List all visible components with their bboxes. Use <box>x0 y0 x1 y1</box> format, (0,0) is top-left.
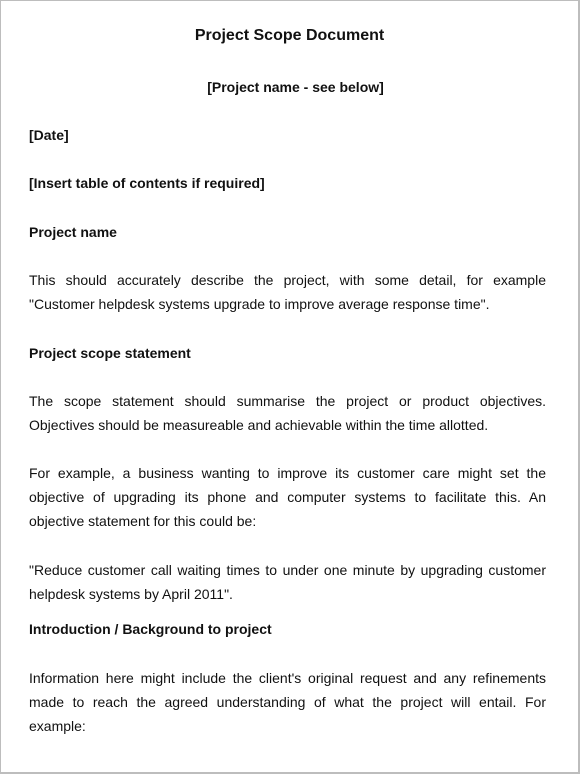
date-placeholder: [Date] <box>29 127 69 143</box>
section-heading-project-name: Project name <box>29 224 117 240</box>
introduction-description: Information here might include the clien… <box>29 670 546 734</box>
scope-statement-example: For example, a business wanting to impro… <box>29 465 546 529</box>
project-name-placeholder: [Project name - see below] <box>207 79 384 95</box>
section-heading-introduction: Introduction / Background to project <box>29 621 272 637</box>
toc-placeholder: [Insert table of contents if required] <box>29 175 265 191</box>
objective-statement-quote: "Reduce customer call waiting times to u… <box>29 562 546 602</box>
scope-statement-description: The scope statement should summarise the… <box>29 393 546 433</box>
project-name-description: This should accurately describe the proj… <box>29 272 546 312</box>
document-page: Project Scope Document [Project name - s… <box>0 0 580 774</box>
section-heading-scope-statement: Project scope statement <box>29 345 191 361</box>
document-title: Project Scope Document <box>194 27 385 44</box>
